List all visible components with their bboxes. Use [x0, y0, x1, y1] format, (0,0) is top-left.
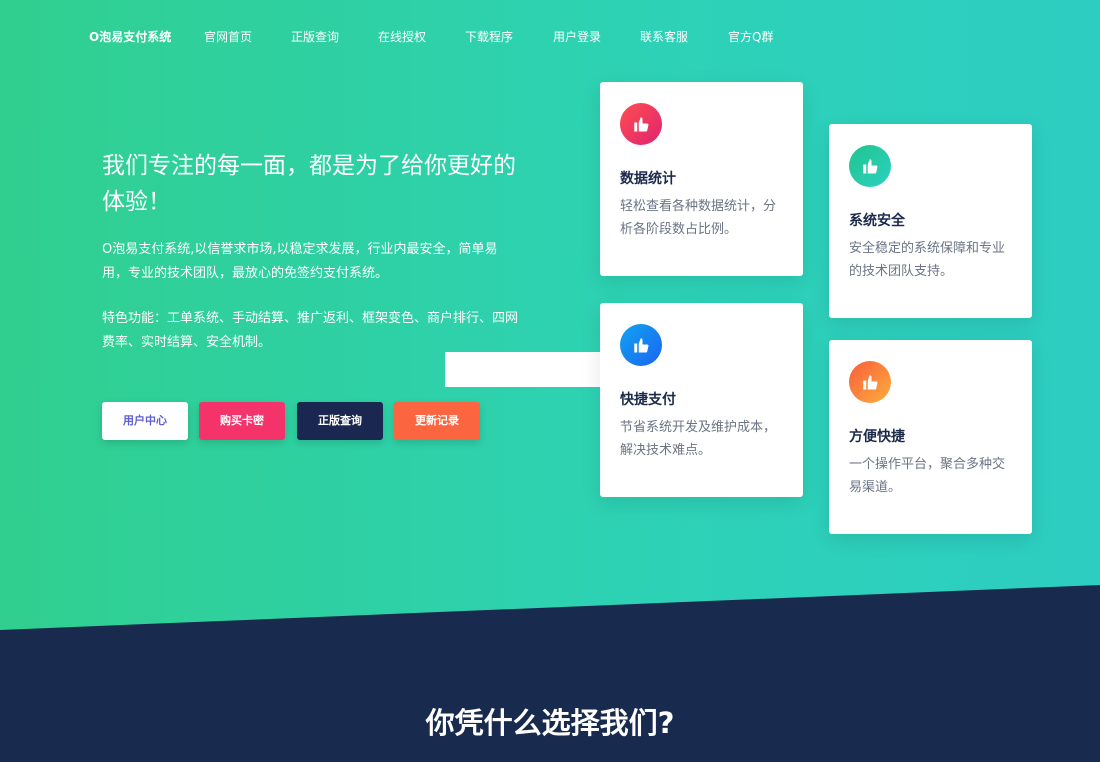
section-title: 你凭什么选择我们? [425, 706, 675, 740]
user-center-button[interactable]: 用户中心 [102, 402, 188, 440]
hero-description: O泡易支付系统,以信誉求市场,以稳定求发展，行业内最安全，简单易用，专业的技术团… [102, 242, 498, 281]
feature-description: 轻松查看各种数据统计，分析各阶段数占比例。 [620, 199, 777, 237]
feature-description: 节省系统开发及维护成本，解决技术难点。 [620, 420, 777, 458]
thumbs-up-icon [849, 361, 891, 403]
nav-item-genuine-query[interactable]: 正版查询 [291, 28, 339, 45]
decorative-bar [445, 352, 605, 387]
feature-title: 系统安全 [849, 213, 905, 229]
feature-card-convenient: 方便快捷 一个操作平台，聚合多种交易渠道。 [829, 340, 1032, 534]
changelog-button[interactable]: 更新记录 [394, 402, 480, 440]
nav-item-support[interactable]: 联系客服 [640, 28, 688, 45]
feature-title: 数据统计 [620, 171, 676, 187]
feature-description: 一个操作平台，聚合多种交易渠道。 [849, 457, 1006, 495]
thumbs-up-icon [620, 324, 662, 366]
nav-item-qq-group[interactable]: 官方Q群 [728, 28, 773, 45]
buy-card-button[interactable]: 购买卡密 [199, 402, 285, 440]
feature-title: 快捷支付 [620, 392, 676, 408]
nav-item-download[interactable]: 下载程序 [465, 28, 513, 45]
thumbs-up-icon [849, 145, 891, 187]
hero-headline: 我们专注的每一面，都是为了给你更好的体验！ [102, 153, 516, 215]
nav-item-login[interactable]: 用户登录 [553, 28, 601, 45]
brand-logo[interactable]: O泡易支付系统 [89, 28, 171, 45]
genuine-query-button[interactable]: 正版查询 [297, 402, 383, 440]
thumbs-up-icon [620, 103, 662, 145]
nav-item-online-auth[interactable]: 在线授权 [378, 28, 426, 45]
feature-card-data-stats: 数据统计 轻松查看各种数据统计，分析各阶段数占比例。 [600, 82, 803, 276]
hero-features-list: 特色功能：工单系统、手动结算、推广返利、框架变色、商户排行、四网费率、实时结算、… [102, 311, 519, 350]
navbar: O泡易支付系统 官网首页 正版查询 在线授权 下载程序 用户登录 联系客服 官方… [0, 0, 1100, 72]
feature-description: 安全稳定的系统保障和专业的技术团队支持。 [849, 241, 1006, 279]
nav-item-home[interactable]: 官网首页 [204, 28, 252, 45]
feature-card-fast-payment: 快捷支付 节省系统开发及维护成本，解决技术难点。 [600, 303, 803, 497]
feature-title: 方便快捷 [849, 429, 905, 445]
feature-card-security: 系统安全 安全稳定的系统保障和专业的技术团队支持。 [829, 124, 1032, 318]
